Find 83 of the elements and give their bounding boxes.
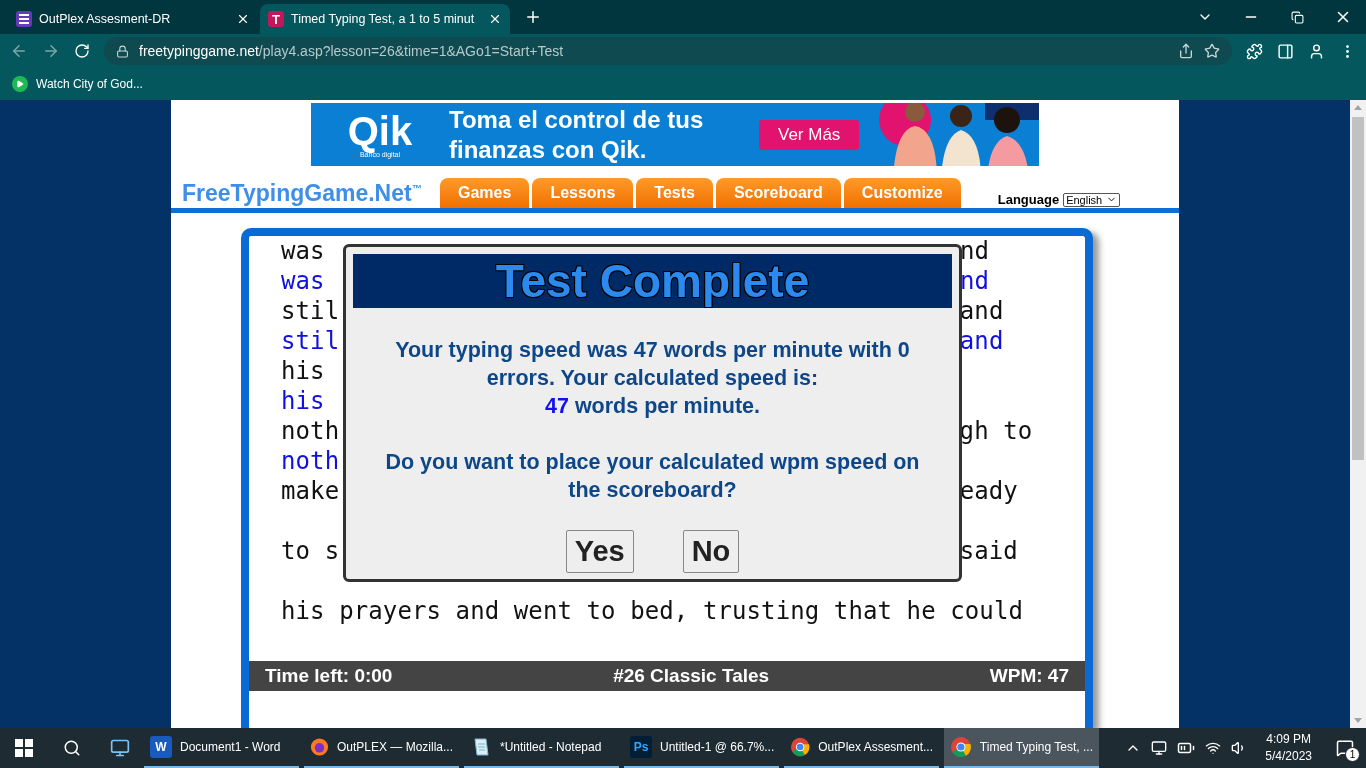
passage-text: gh to bbox=[959, 416, 1033, 446]
scroll-bar[interactable] bbox=[1350, 100, 1366, 728]
ad-headline: Toma el control de tus finanzas con Qik. bbox=[449, 104, 705, 165]
app-label: Timed Typing Test, ... bbox=[979, 740, 1093, 754]
passage-text: to s bbox=[281, 536, 340, 566]
passage-text: nd bbox=[959, 236, 989, 266]
language-select[interactable]: English bbox=[1063, 192, 1121, 207]
ad-button[interactable]: Ver Más bbox=[759, 119, 860, 150]
lock-icon bbox=[116, 44, 129, 58]
firefox-icon bbox=[310, 736, 329, 758]
speed-value: 47 bbox=[544, 393, 569, 420]
passage-text: noth bbox=[281, 416, 340, 446]
forms-icon bbox=[16, 11, 32, 27]
taskbar-app[interactable]: Timed Typing Test, ... bbox=[944, 728, 1099, 768]
word-icon: W bbox=[150, 736, 172, 758]
passage-text: his bbox=[281, 356, 325, 386]
chrome-icon bbox=[790, 736, 811, 758]
passage-text: his bbox=[281, 386, 325, 416]
bookmark-label: Watch City of God... bbox=[36, 77, 143, 91]
passage-text: said bbox=[959, 536, 1018, 566]
clock-time: 4:09 PM bbox=[1266, 731, 1311, 748]
passage-text: nd bbox=[959, 266, 989, 296]
app-label: OutPLEX — Mozilla... bbox=[336, 740, 453, 754]
taskbar-app[interactable]: Ps Untitled-1 @ 66.7%... bbox=[624, 728, 779, 768]
passage-text: and bbox=[959, 296, 1004, 326]
notification-icon[interactable] bbox=[1336, 739, 1354, 757]
url-host: freetypinggame.net bbox=[139, 43, 259, 59]
app-label: Document1 - Word bbox=[180, 740, 281, 754]
lesson-title: #26 Classic Tales bbox=[613, 665, 770, 687]
time-left: Time left: 0:00 bbox=[265, 665, 393, 687]
dialog-button[interactable]: No bbox=[682, 530, 740, 573]
language-label: Language bbox=[997, 192, 1060, 208]
speed-unit: words per minute. bbox=[574, 393, 761, 420]
notification-badge: 1 bbox=[1345, 747, 1360, 762]
dialog-title: Test Complete bbox=[353, 254, 952, 308]
back-icon[interactable] bbox=[10, 42, 28, 60]
passage-text: eady bbox=[959, 476, 1018, 506]
app-label: *Untitled - Notepad bbox=[500, 740, 602, 754]
share-icon[interactable] bbox=[1178, 43, 1194, 59]
bookmark[interactable]: Watch City of God... bbox=[12, 76, 143, 92]
dialog-button[interactable]: Yes bbox=[565, 530, 634, 573]
forward-icon[interactable] bbox=[42, 42, 60, 60]
new-tab-icon[interactable] bbox=[524, 8, 542, 26]
passage-text: stil bbox=[281, 296, 340, 326]
star-icon[interactable] bbox=[1204, 43, 1220, 59]
close-icon[interactable] bbox=[488, 12, 502, 26]
passage-text: was bbox=[281, 266, 325, 296]
puzzle-icon[interactable] bbox=[1246, 42, 1263, 60]
tab-title: OutPlex Assesment-DR bbox=[39, 12, 172, 26]
taskbar-app[interactable]: W Document1 - Word bbox=[144, 728, 299, 768]
ad-logo: Qik bbox=[347, 111, 413, 152]
passage-text: noth bbox=[281, 446, 340, 476]
profile-icon[interactable] bbox=[1308, 42, 1325, 60]
passage-text: and bbox=[959, 326, 1004, 356]
clock-date: 5/4/2023 bbox=[1265, 748, 1312, 765]
result-message: Your typing speed was 47 words per minute with 0 errors. Your calculated speed is: bbox=[394, 337, 911, 392]
site-logo[interactable]: FreeTypingGame.Net$^{™}$ bbox=[182, 179, 440, 207]
photoshop-icon: Ps bbox=[630, 736, 652, 758]
play-icon bbox=[12, 76, 28, 92]
address-bar[interactable]: freetypinggame.net/play4.asp?lesson=26&time=1&AGo1=Start+Test bbox=[104, 37, 1232, 65]
side-panel-icon[interactable] bbox=[1277, 42, 1294, 60]
app-label: Untitled-1 @ 66.7%... bbox=[660, 740, 775, 754]
url-path: /play4.asp?lesson=26&time=1&AGo1=Start+Test bbox=[258, 43, 565, 59]
passage-text: make bbox=[281, 476, 340, 506]
monitor-icon[interactable] bbox=[1151, 740, 1168, 756]
chrome-icon bbox=[950, 736, 972, 758]
reload-icon[interactable] bbox=[74, 43, 90, 59]
site-icon: T bbox=[268, 11, 284, 27]
wifi-icon[interactable] bbox=[1205, 740, 1222, 756]
taskbar-app[interactable]: OutPlex Assesment... bbox=[784, 728, 939, 768]
clock[interactable]: 4:09 PM 5/4/2023 bbox=[1265, 731, 1312, 765]
browser-tab[interactable]: T Timed Typing Test, a 1 to 5 minut bbox=[260, 4, 510, 34]
passage-text: stil bbox=[281, 326, 340, 356]
dialog-question: Do you want to place your calculated wpm speed on the scoreboard? bbox=[384, 449, 921, 504]
app-label: OutPlex Assesment... bbox=[818, 740, 933, 754]
passage-text: was bbox=[281, 236, 325, 266]
close-icon[interactable] bbox=[236, 12, 250, 26]
taskbar-app[interactable]: *Untitled - Notepad bbox=[464, 728, 619, 768]
wpm-readout: WPM: 47 bbox=[989, 665, 1069, 687]
taskbar-app[interactable]: OutPLEX — Mozilla... bbox=[304, 728, 459, 768]
browser-tab[interactable]: OutPlex Assesment-DR bbox=[8, 4, 258, 34]
tab-title: Timed Typing Test, a 1 to 5 minut bbox=[291, 12, 476, 26]
passage-text: his prayers and went to bed, trusting that he could bbox=[281, 596, 1023, 626]
